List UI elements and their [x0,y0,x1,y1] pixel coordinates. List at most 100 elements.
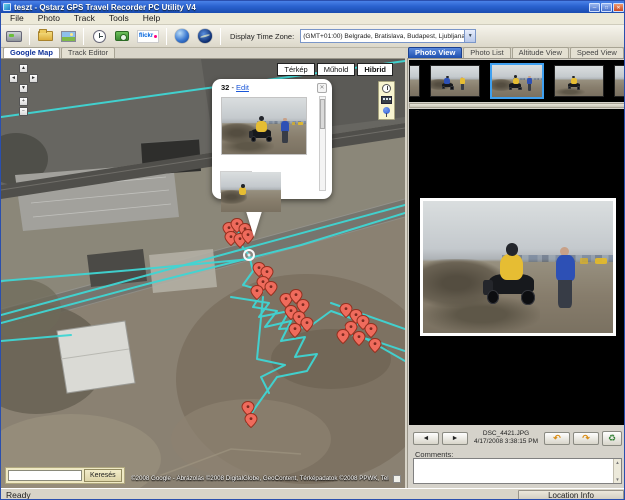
tab-google-map[interactable]: Google Map [3,47,60,58]
info-window-scrollbar[interactable] [319,96,326,191]
maximize-button[interactable]: □ [601,3,612,12]
menu-photo[interactable]: Photo [31,13,67,24]
app-window: teszt - Qstarz GPS Travel Recorder PC Ut… [0,0,625,500]
map-type-terkep[interactable]: Térkép [277,63,314,76]
time-zone-value: (GMT+01:00) Belgrade, Bratislava, Budape… [301,33,464,40]
info-window-header: 32 - Edit [221,83,249,92]
delete-photo-button[interactable]: ♻ [602,431,622,446]
kml-globe-icon [198,29,212,43]
google-earth-icon [175,29,189,43]
toolbar-separator [220,28,221,45]
photo-index: 32 [221,83,229,92]
map-pan-control: ▲ ◄ ► ▼ + − [9,64,39,116]
map-type-control: Térkép Műhold Hibrid [277,63,393,76]
toolbar-separator [166,28,167,45]
info-window: 32 - Edit ✕ [212,79,332,199]
clock-icon [93,30,106,43]
close-icon[interactable]: ✕ [317,83,327,93]
atv-photo [423,201,613,333]
chevron-down-icon[interactable]: ▼ [464,30,475,42]
comments-textarea[interactable] [414,459,614,483]
zoom-out-button[interactable]: − [19,107,28,116]
window-title: teszt - Qstarz GPS Travel Recorder PC Ut… [14,3,589,12]
next-photo-button[interactable]: ► [442,432,468,445]
main-photo[interactable] [420,198,616,336]
thumbnail-strip [409,60,625,102]
photo-display-area [409,109,625,425]
tab-speed-view[interactable]: Speed View [570,47,624,58]
menu-tools[interactable]: Tools [102,13,136,24]
playback-icon[interactable] [381,96,392,104]
map-type-muhold[interactable]: Műhold [317,63,356,76]
gps-device-icon [6,31,22,42]
menu-file[interactable]: File [3,13,31,24]
menu-help[interactable]: Help [136,13,167,24]
google-earth-button[interactable] [172,27,192,45]
geotag-photos-button[interactable] [112,27,132,45]
thumbnail-scrollbar[interactable] [409,103,625,108]
tab-photo-view[interactable]: Photo View [408,47,462,58]
marker-icon[interactable] [383,107,390,114]
previous-photo-button[interactable]: ◄ [413,432,439,445]
thumbnail-partial[interactable] [614,65,625,97]
photo-meta: DSC_4421.JPG 4/17/2008 3:38:15 PM [474,430,538,446]
photo-controls: ◄ ► DSC_4421.JPG 4/17/2008 3:38:15 PM ↶ … [408,427,625,449]
export-kml-button[interactable] [195,27,215,45]
map-canvas[interactable]: ▲ ◄ ► ▼ + − Térkép Műhold Hibrid 32 - Ed… [1,59,405,488]
photo-icon [61,31,76,42]
rotate-right-button[interactable]: ↷ [573,432,599,445]
tab-track-editor[interactable]: Track Editor [61,47,115,58]
location-info-button[interactable]: Location Info [518,490,624,500]
tab-altitude-view[interactable]: Altitude View [512,47,569,58]
info-window-photo-partial[interactable] [220,171,252,193]
shift-time-button[interactable] [89,27,109,45]
minimize-button[interactable]: ─ [589,3,600,12]
scroll-down-icon[interactable]: ▼ [615,477,619,482]
thumbnail-partial[interactable] [409,65,420,97]
export-photo-button[interactable] [58,27,78,45]
pan-up-button[interactable]: ▲ [19,64,28,73]
edit-link[interactable]: Edit [236,83,249,92]
pan-right-button[interactable]: ► [29,74,38,83]
comments-scrollbar[interactable]: ▲ ▼ [613,459,621,483]
map-copyright: ©2008 Google - Ábrázolás ©2008 DigitalGl… [131,475,389,482]
map-side-toolbar [378,81,395,120]
scroll-up-icon[interactable]: ▲ [615,460,619,465]
thumbnail-selected[interactable] [490,63,544,99]
menu-track[interactable]: Track [67,13,102,24]
time-zone-label: Display Time Zone: [230,32,294,41]
thumbnail[interactable] [554,65,604,97]
view-tab-bar: Photo View Photo List Altitude View Spee… [407,48,625,59]
time-icon[interactable] [382,84,391,93]
tab-photo-list[interactable]: Photo List [463,47,510,58]
download-device-button[interactable] [4,27,24,45]
track-point-marker[interactable] [244,250,254,260]
atv-photo [222,98,306,154]
menu-bar: File Photo Track Tools Help [1,13,625,25]
scrollbar-thumb[interactable] [320,99,325,129]
zoom-in-button[interactable]: + [19,97,28,106]
map-satellite-layer [1,59,405,488]
pan-down-button[interactable]: ▼ [19,84,28,93]
status-text: Ready [1,490,518,500]
photo-panel: ◄ ► DSC_4421.JPG 4/17/2008 3:38:15 PM ↶ … [407,59,625,488]
photo-datetime: 4/17/2008 3:38:15 PM [474,438,538,446]
flickr-icon: flickr [137,30,159,43]
map-resize-grip[interactable] [393,475,401,483]
search-input[interactable] [8,470,82,481]
map-type-hibrid[interactable]: Hibrid [357,63,393,76]
folder-icon [38,31,53,41]
pan-left-button[interactable]: ◄ [9,74,18,83]
photo-filename: DSC_4421.JPG [474,430,538,438]
toolbar: flickr Display Time Zone: (GMT+01:00) Be… [1,25,625,48]
import-photos-button[interactable] [35,27,55,45]
atv-photo [221,172,281,212]
time-zone-select[interactable]: (GMT+01:00) Belgrade, Bratislava, Budape… [300,29,476,43]
close-button[interactable]: ✕ [613,3,624,12]
search-button[interactable]: Keresés [84,469,122,482]
toolbar-separator [83,28,84,45]
flickr-upload-button[interactable]: flickr [135,27,161,45]
info-window-photo[interactable] [221,97,307,155]
thumbnail[interactable] [430,65,480,97]
rotate-left-button[interactable]: ↶ [544,432,570,445]
